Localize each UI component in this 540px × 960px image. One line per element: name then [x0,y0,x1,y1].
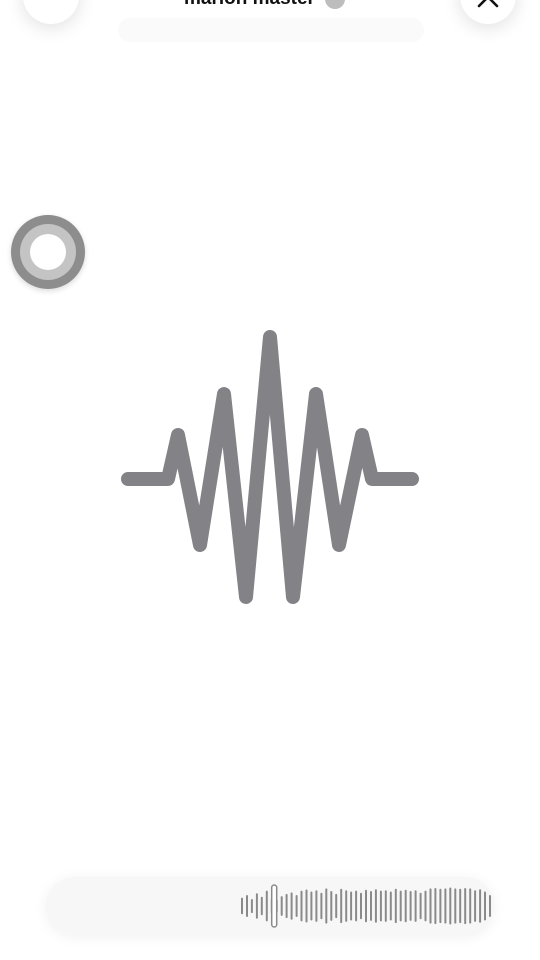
waveform-bar [355,890,358,922]
waveform-bar [404,889,407,923]
waveform-bar [246,895,248,917]
waveform-bar [434,888,437,925]
waveform-bar [409,891,412,921]
waveform-bar [474,890,477,922]
waveform-bar [340,888,343,924]
page-title: marion master [184,0,315,10]
waveform-bar [360,892,362,920]
waveform-bar [370,891,372,921]
close-icon [477,0,499,8]
waveform-bar [295,895,298,917]
menu-button[interactable] [23,0,79,24]
waveform-bar [449,887,452,925]
waveform-bar [265,890,268,922]
voice-waveform-icon [121,330,419,604]
waveform-bar [305,889,308,923]
waveform-bar [250,899,253,914]
waveform-bar [325,888,328,924]
waveform-bar [350,891,353,921]
voice-recording-screen: marion master [0,0,540,960]
chat-title[interactable]: marion master [184,0,345,10]
recording-bar[interactable] [46,877,494,935]
waveform-bar [280,896,283,916]
waveform-bar [464,888,467,925]
verified-badge-icon [324,0,345,9]
waveform-bar [310,891,313,921]
waveform-bar [419,892,422,920]
waveform-bar [459,888,462,924]
waveform-bar [424,890,427,922]
waveform-bar [379,890,382,922]
waveform-bars [241,887,491,925]
assistive-touch-button[interactable] [11,215,85,289]
waveform-bar [320,892,323,920]
recording-waveform [241,884,491,928]
header-bar [118,18,424,42]
waveform-bar [290,892,293,920]
waveform-bar [389,891,392,921]
waveform-bar [444,888,447,924]
waveform-bar [414,890,417,922]
waveform-bar [469,888,472,924]
waveform-bar [345,890,348,922]
waveform-bar [330,891,333,921]
waveform-bar [241,897,243,915]
waveform-bar [300,890,303,922]
waveform-bar [454,888,457,924]
waveform-bar [365,889,367,923]
waveform-bar [479,889,482,923]
waveform-bar [399,890,402,922]
waveform-bar [315,890,318,922]
waveform-bar [285,893,288,919]
waveform-bar [439,888,442,924]
list-icon [23,0,79,24]
waveform-bar [484,891,486,921]
waveform-bar [335,893,338,919]
waveform-bar [489,895,491,917]
waveform-bar [374,889,377,923]
playhead[interactable] [270,884,278,928]
waveform-bar [429,888,432,924]
waveform-bar [394,888,397,924]
waveform-bar [255,893,258,919]
waveform-bar [384,890,387,922]
close-button[interactable] [460,0,516,24]
waveform-bar [260,896,263,916]
